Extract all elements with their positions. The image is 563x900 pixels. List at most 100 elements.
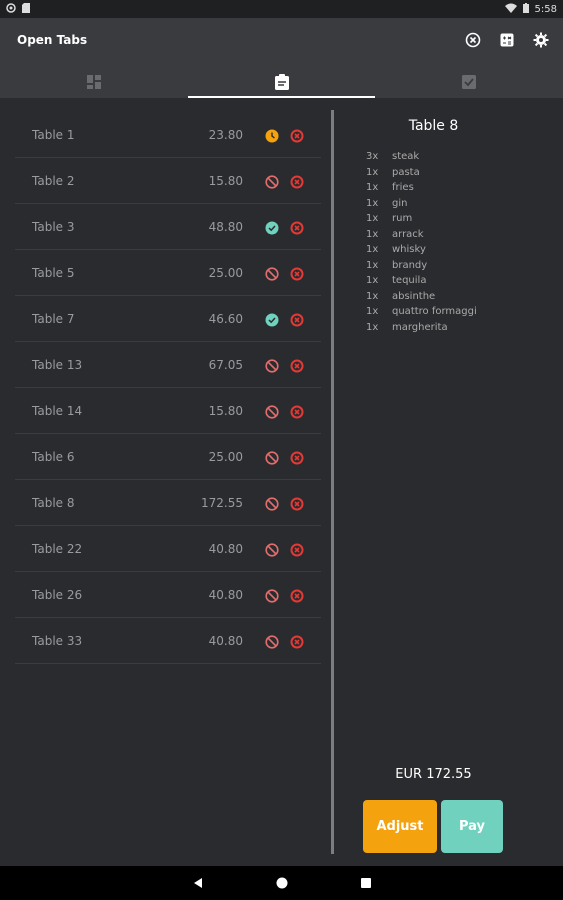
blocked-icon[interactable] (265, 634, 279, 649)
order-item-qty: 3x (366, 151, 379, 163)
calculator-icon (500, 33, 514, 47)
app-bar: Open Tabs (0, 18, 563, 98)
table-amount: 172.55 (201, 495, 243, 510)
tab-tables[interactable] (0, 66, 188, 98)
check-box-icon (462, 75, 477, 89)
close-circle-icon[interactable] (290, 312, 304, 326)
close-circle-icon[interactable] (290, 174, 304, 188)
table-amount: 15.80 (208, 173, 243, 188)
order-item-qty: 1x (366, 213, 379, 225)
order-item: 1x whisky (366, 242, 477, 258)
order-item: 1x tequila (366, 273, 477, 289)
table-row[interactable]: Table 6 25.00 (15, 434, 321, 480)
close-circle-icon[interactable] (290, 634, 304, 648)
table-name: Table 14 (32, 403, 83, 418)
order-item: 1x fries (366, 180, 477, 196)
table-name: Table 22 (32, 541, 83, 556)
back-icon (193, 877, 202, 888)
back-button[interactable] (192, 874, 204, 893)
close-tab-button[interactable] (463, 30, 483, 50)
order-item-name: pasta (392, 166, 420, 178)
status-time: 5:58 (534, 3, 557, 15)
order-item-name: whisky (392, 244, 426, 256)
close-circle-icon[interactable] (290, 358, 304, 372)
blocked-icon[interactable] (265, 174, 279, 189)
table-row[interactable]: Table 3 48.80 (15, 204, 321, 250)
table-row[interactable]: Table 1 23.80 (15, 112, 321, 158)
table-name: Table 13 (32, 357, 83, 372)
table-amount: 67.05 (208, 357, 243, 372)
order-item: 3x steak (366, 149, 477, 165)
order-item: 1x gin (366, 196, 477, 212)
order-item-name: steak (392, 151, 420, 163)
tab-bar (0, 66, 563, 98)
close-circle-icon[interactable] (290, 450, 304, 464)
order-item-name: tequila (392, 275, 427, 287)
table-amount: 40.80 (208, 587, 243, 602)
blocked-icon[interactable] (265, 358, 279, 373)
table-row[interactable]: Table 22 40.80 (15, 526, 321, 572)
blocked-icon[interactable] (265, 450, 279, 465)
close-circle-icon[interactable] (290, 220, 304, 234)
close-circle-icon[interactable] (290, 496, 304, 510)
close-circle-icon[interactable] (290, 266, 304, 280)
toolbar-actions (463, 30, 551, 50)
order-item-qty: 1x (366, 197, 379, 209)
order-item-qty: 1x (366, 244, 379, 256)
blocked-icon[interactable] (265, 496, 279, 511)
clipboard-icon (274, 74, 289, 90)
table-row[interactable]: Table 5 25.00 (15, 250, 321, 296)
close-circle-icon[interactable] (290, 588, 304, 602)
circle-close-icon (465, 32, 481, 48)
pane-divider[interactable] (331, 110, 334, 854)
order-item-name: quattro formaggi (392, 306, 477, 318)
table-name: Table 26 (32, 587, 83, 602)
tab-open-tabs[interactable] (187, 66, 376, 98)
table-row[interactable]: Table 33 40.80 (15, 618, 321, 664)
gear-notification-icon (6, 2, 16, 16)
order-item-qty: 1x (366, 182, 379, 194)
table-row[interactable]: Table 14 15.80 (15, 388, 321, 434)
order-item: 1x rum (366, 211, 477, 227)
table-row[interactable]: Table 26 40.80 (15, 572, 321, 618)
home-button[interactable] (276, 874, 288, 893)
blocked-icon[interactable] (265, 266, 279, 281)
table-name: Table 7 (32, 311, 75, 326)
clock-icon[interactable] (265, 128, 279, 142)
table-row[interactable]: Table 8 172.55 (15, 480, 321, 526)
table-name: Table 1 (32, 127, 75, 142)
table-row[interactable]: Table 13 67.05 (15, 342, 321, 388)
settings-button[interactable] (531, 30, 551, 50)
order-item: 1x quattro formaggi (366, 304, 477, 320)
order-item-qty: 1x (366, 321, 379, 333)
blocked-icon[interactable] (265, 588, 279, 603)
tab-list: Table 1 23.80 Table 2 15.80 Table 3 48.80 Tabl… (15, 112, 321, 664)
table-row[interactable]: Table 7 46.60 (15, 296, 321, 342)
check-circle-icon[interactable] (265, 312, 279, 326)
table-name: Table 33 (32, 633, 83, 648)
check-circle-icon[interactable] (265, 220, 279, 234)
recents-button[interactable] (360, 874, 372, 893)
table-amount: 46.60 (208, 311, 243, 326)
table-amount: 25.00 (208, 265, 243, 280)
order-item-qty: 1x (366, 275, 379, 287)
order-item-name: fries (392, 182, 414, 194)
blocked-icon[interactable] (265, 542, 279, 557)
close-circle-icon[interactable] (290, 542, 304, 556)
wifi-icon (504, 3, 517, 16)
order-item-name: absinthe (392, 290, 436, 302)
table-name: Table 6 (32, 449, 75, 464)
order-item-qty: 1x (366, 228, 379, 240)
calculator-button[interactable] (497, 30, 517, 50)
close-circle-icon[interactable] (290, 404, 304, 418)
adjust-button[interactable]: Adjust (363, 800, 437, 853)
home-icon (276, 877, 287, 888)
order-item: 1x pasta (366, 165, 477, 181)
pay-button[interactable]: Pay (441, 800, 503, 853)
tab-closed[interactable] (375, 66, 563, 98)
order-item-qty: 1x (366, 166, 379, 178)
close-circle-icon[interactable] (290, 128, 304, 142)
table-row[interactable]: Table 2 15.80 (15, 158, 321, 204)
gear-icon (533, 32, 549, 48)
blocked-icon[interactable] (265, 404, 279, 419)
